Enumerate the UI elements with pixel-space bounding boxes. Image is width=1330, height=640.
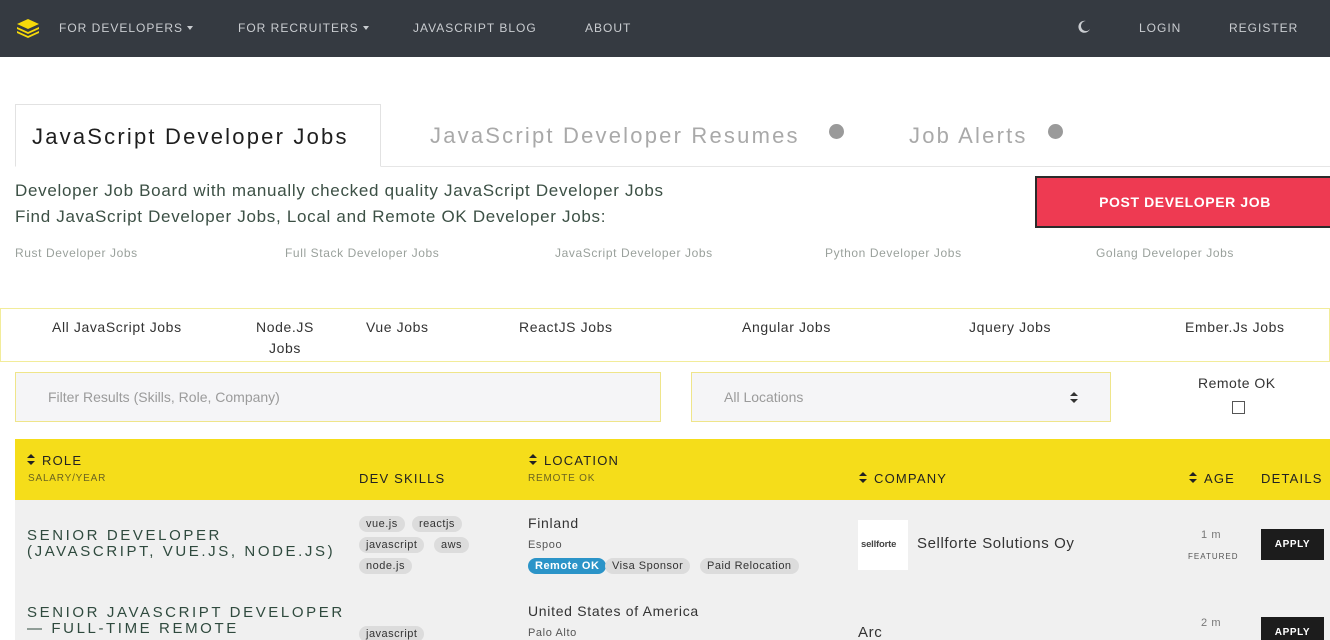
skill-tag[interactable]: javascript <box>359 626 425 640</box>
apply-button[interactable]: APPLY <box>1261 617 1324 640</box>
sort-icon[interactable] <box>529 454 537 465</box>
apply-button[interactable]: APPLY <box>1261 529 1324 560</box>
category-reactjs[interactable]: ReactJS Jobs <box>519 317 613 338</box>
header-age[interactable]: AGE <box>1204 471 1235 486</box>
skill-tag[interactable]: reactjs <box>412 516 462 532</box>
job-city: Espoo <box>528 539 563 551</box>
location-select[interactable]: All Locations <box>691 372 1111 422</box>
sort-icon[interactable] <box>1189 472 1197 483</box>
job-age: 1 m <box>1201 529 1222 541</box>
related-link-full-stack[interactable]: Full Stack Developer Jobs <box>285 246 439 260</box>
company-name[interactable]: Sellforte Solutions Oy <box>917 535 1074 552</box>
job-city: Palo Alto <box>528 627 577 639</box>
skill-tag[interactable]: javascript <box>359 537 425 553</box>
nav-for-recruiters[interactable]: FOR RECRUITERS <box>238 21 369 35</box>
intro-line-1: Developer Job Board with manually checke… <box>15 181 664 200</box>
header-company[interactable]: COMPANY <box>874 471 947 486</box>
paid-relocation-badge: Paid Relocation <box>700 558 799 574</box>
remote-ok-checkbox[interactable] <box>1232 401 1245 414</box>
moon-icon[interactable] <box>1077 20 1091 34</box>
skill-tag[interactable]: node.js <box>359 558 412 574</box>
nav-login[interactable]: LOGIN <box>1139 21 1181 35</box>
company-logo: sellforte <box>858 520 908 570</box>
job-country: Finland <box>528 515 579 531</box>
intro-line-2: Find JavaScript Developer Jobs, Local an… <box>15 207 607 226</box>
category-bar: All JavaScript Jobs Node.JS Jobs Vue Job… <box>0 308 1330 362</box>
sort-icon[interactable] <box>859 472 867 483</box>
tab-job-alerts[interactable]: Job Alerts <box>909 123 1028 149</box>
job-age: 2 m <box>1201 617 1222 629</box>
nav-about[interactable]: ABOUT <box>585 21 631 35</box>
header-salary: SALARY/YEAR <box>28 473 107 484</box>
related-link-javascript[interactable]: JavaScript Developer Jobs <box>555 246 713 260</box>
top-navbar: FOR DEVELOPERS FOR RECRUITERS JAVASCRIPT… <box>0 0 1330 57</box>
header-details: DETAILS <box>1261 471 1323 486</box>
category-nodejs[interactable]: Node.JS Jobs <box>251 317 319 359</box>
nav-javascript-blog[interactable]: JAVASCRIPT BLOG <box>413 21 537 35</box>
search-input[interactable]: Filter Results (Skills, Role, Company) <box>15 372 661 422</box>
skill-tag[interactable]: aws <box>434 537 470 553</box>
remote-ok-badge: Remote OK <box>528 558 607 574</box>
sort-icon[interactable] <box>27 454 35 465</box>
nav-for-developers[interactable]: FOR DEVELOPERS <box>59 21 194 35</box>
nav-register[interactable]: REGISTER <box>1229 21 1298 35</box>
header-remote-ok: REMOTE OK <box>528 473 596 484</box>
header-location[interactable]: LOCATION <box>544 453 619 468</box>
header-dev-skills: DEV SKILLS <box>359 471 446 486</box>
related-link-python[interactable]: Python Developer Jobs <box>825 246 962 260</box>
tab-javascript-developer-resumes[interactable]: JavaScript Developer Resumes <box>430 123 800 149</box>
table-row[interactable]: SENIOR DEVELOPER (JAVASCRIPT, VUE.JS, NO… <box>15 500 1330 591</box>
status-dot-icon <box>829 124 844 139</box>
status-dot-icon <box>1048 124 1063 139</box>
job-role[interactable]: SENIOR DEVELOPER (JAVASCRIPT, VUE.JS, NO… <box>27 528 347 560</box>
company-name[interactable]: Arc <box>858 624 882 640</box>
caret-down-icon <box>187 26 194 30</box>
location-value: All Locations <box>724 389 804 405</box>
caret-down-icon <box>362 26 369 30</box>
job-country: United States of America <box>528 603 699 619</box>
category-emberjs[interactable]: Ember.Js Jobs <box>1185 317 1285 338</box>
skill-tag[interactable]: vue.js <box>359 516 405 532</box>
nav-for-developers-label: FOR DEVELOPERS <box>59 21 184 35</box>
job-role[interactable]: SENIOR JAVASCRIPT DEVELOPER — FULL-TIME … <box>27 605 357 637</box>
featured-label: FEATURED <box>1188 552 1239 561</box>
tab-javascript-developer-jobs[interactable]: JavaScript Developer Jobs <box>15 104 381 167</box>
remote-ok-label: Remote OK <box>1198 375 1276 391</box>
select-arrows-icon <box>1070 392 1078 403</box>
related-link-rust[interactable]: Rust Developer Jobs <box>15 246 138 260</box>
search-placeholder: Filter Results (Skills, Role, Company) <box>48 389 280 405</box>
visa-sponsor-badge: Visa Sponsor <box>605 558 691 574</box>
category-jquery[interactable]: Jquery Jobs <box>969 317 1051 338</box>
tab-label: JavaScript Developer Jobs <box>32 124 349 149</box>
layers-stack-icon[interactable] <box>16 18 40 38</box>
category-all-javascript[interactable]: All JavaScript Jobs <box>52 317 182 338</box>
category-vue[interactable]: Vue Jobs <box>366 317 429 338</box>
company-logo-text: sellforte <box>861 539 897 550</box>
post-developer-job-button[interactable]: POST DEVELOPER JOB <box>1035 176 1330 228</box>
nav-for-recruiters-label: FOR RECRUITERS <box>238 21 359 35</box>
header-role[interactable]: ROLE <box>42 453 82 468</box>
related-link-golang[interactable]: Golang Developer Jobs <box>1096 246 1234 260</box>
category-angular[interactable]: Angular Jobs <box>742 317 831 338</box>
jobs-table-header: ROLE SALARY/YEAR DEV SKILLS LOCATION REM… <box>15 439 1330 500</box>
table-row[interactable]: SENIOR JAVASCRIPT DEVELOPER — FULL-TIME … <box>15 591 1330 640</box>
